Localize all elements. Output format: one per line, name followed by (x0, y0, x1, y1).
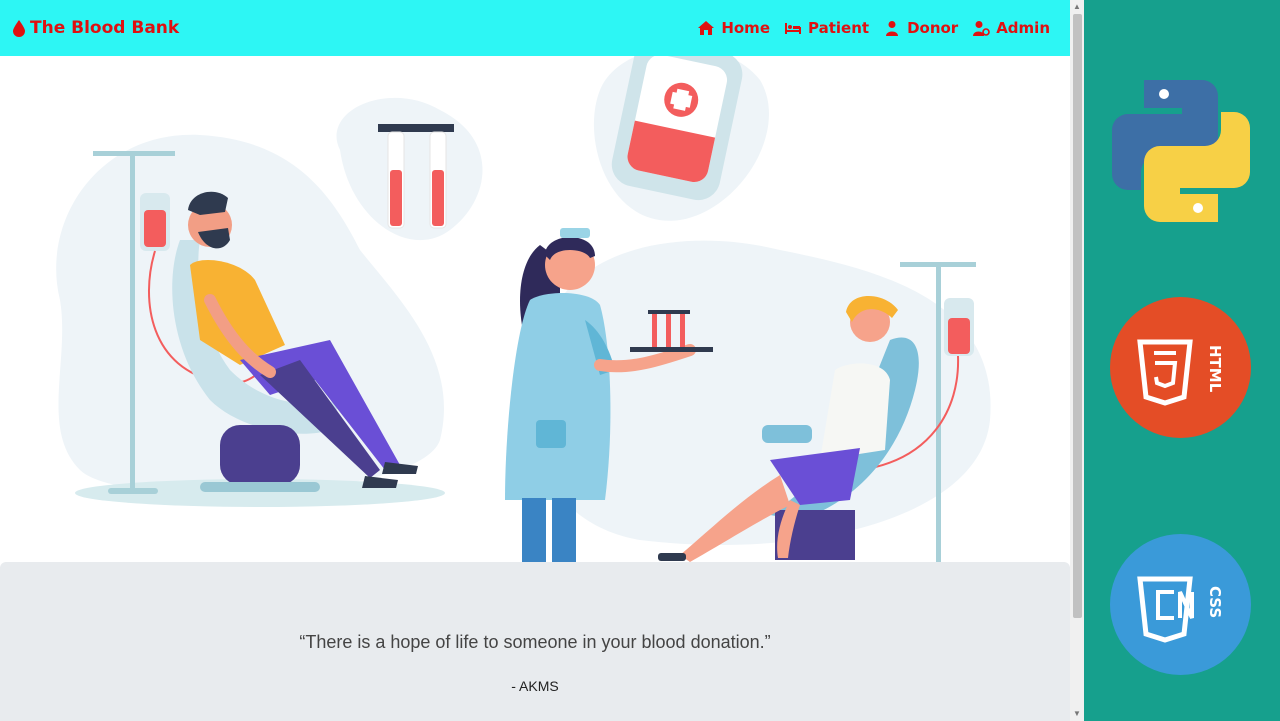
tech-logos-panel: HTML CSS (1084, 0, 1280, 721)
user-icon (886, 21, 899, 36)
blood-donation-illustration (56, 56, 991, 562)
vertical-scrollbar[interactable]: ▲ ▼ (1070, 0, 1084, 721)
blood-drop-icon (13, 20, 25, 37)
nav-links: Home Patient Donor Admin (697, 19, 1050, 37)
scroll-thumb[interactable] (1073, 14, 1082, 618)
background-blob-tubes (336, 97, 483, 241)
scroll-up-arrow-icon[interactable]: ▲ (1070, 0, 1084, 14)
bed-icon (785, 23, 801, 34)
nav-donor-label: Donor (907, 19, 959, 37)
nav-admin[interactable]: Admin (972, 19, 1050, 37)
navbar: The Blood Bank Home Patient Donor Admin (0, 0, 1070, 56)
html5-logo-icon: HTML (1110, 297, 1251, 438)
scroll-down-arrow-icon[interactable]: ▼ (1070, 707, 1084, 721)
nav-home[interactable]: Home (697, 19, 770, 37)
brand-name: The Blood Bank (30, 18, 180, 38)
web-page: The Blood Bank Home Patient Donor Admin … (0, 0, 1070, 721)
nav-donor[interactable]: Donor (883, 19, 958, 37)
html-badge-label: HTML (1206, 345, 1224, 393)
css3-logo-icon: CSS (1110, 534, 1251, 675)
home-icon (698, 21, 715, 35)
nav-patient[interactable]: Patient (784, 19, 869, 37)
nav-patient-label: Patient (808, 19, 870, 37)
brand[interactable]: The Blood Bank (12, 18, 179, 38)
python-logo-icon (1112, 80, 1250, 222)
nav-admin-label: Admin (996, 19, 1050, 37)
user-cog-icon (973, 21, 991, 36)
css-badge-label: CSS (1206, 586, 1224, 618)
quote-text: “There is a hope of life to someone in y… (299, 632, 771, 652)
quote-box: “There is a hope of life to someone in y… (0, 562, 1070, 721)
nav-home-label: Home (721, 19, 770, 37)
quote-author: - AKMS (511, 678, 559, 694)
